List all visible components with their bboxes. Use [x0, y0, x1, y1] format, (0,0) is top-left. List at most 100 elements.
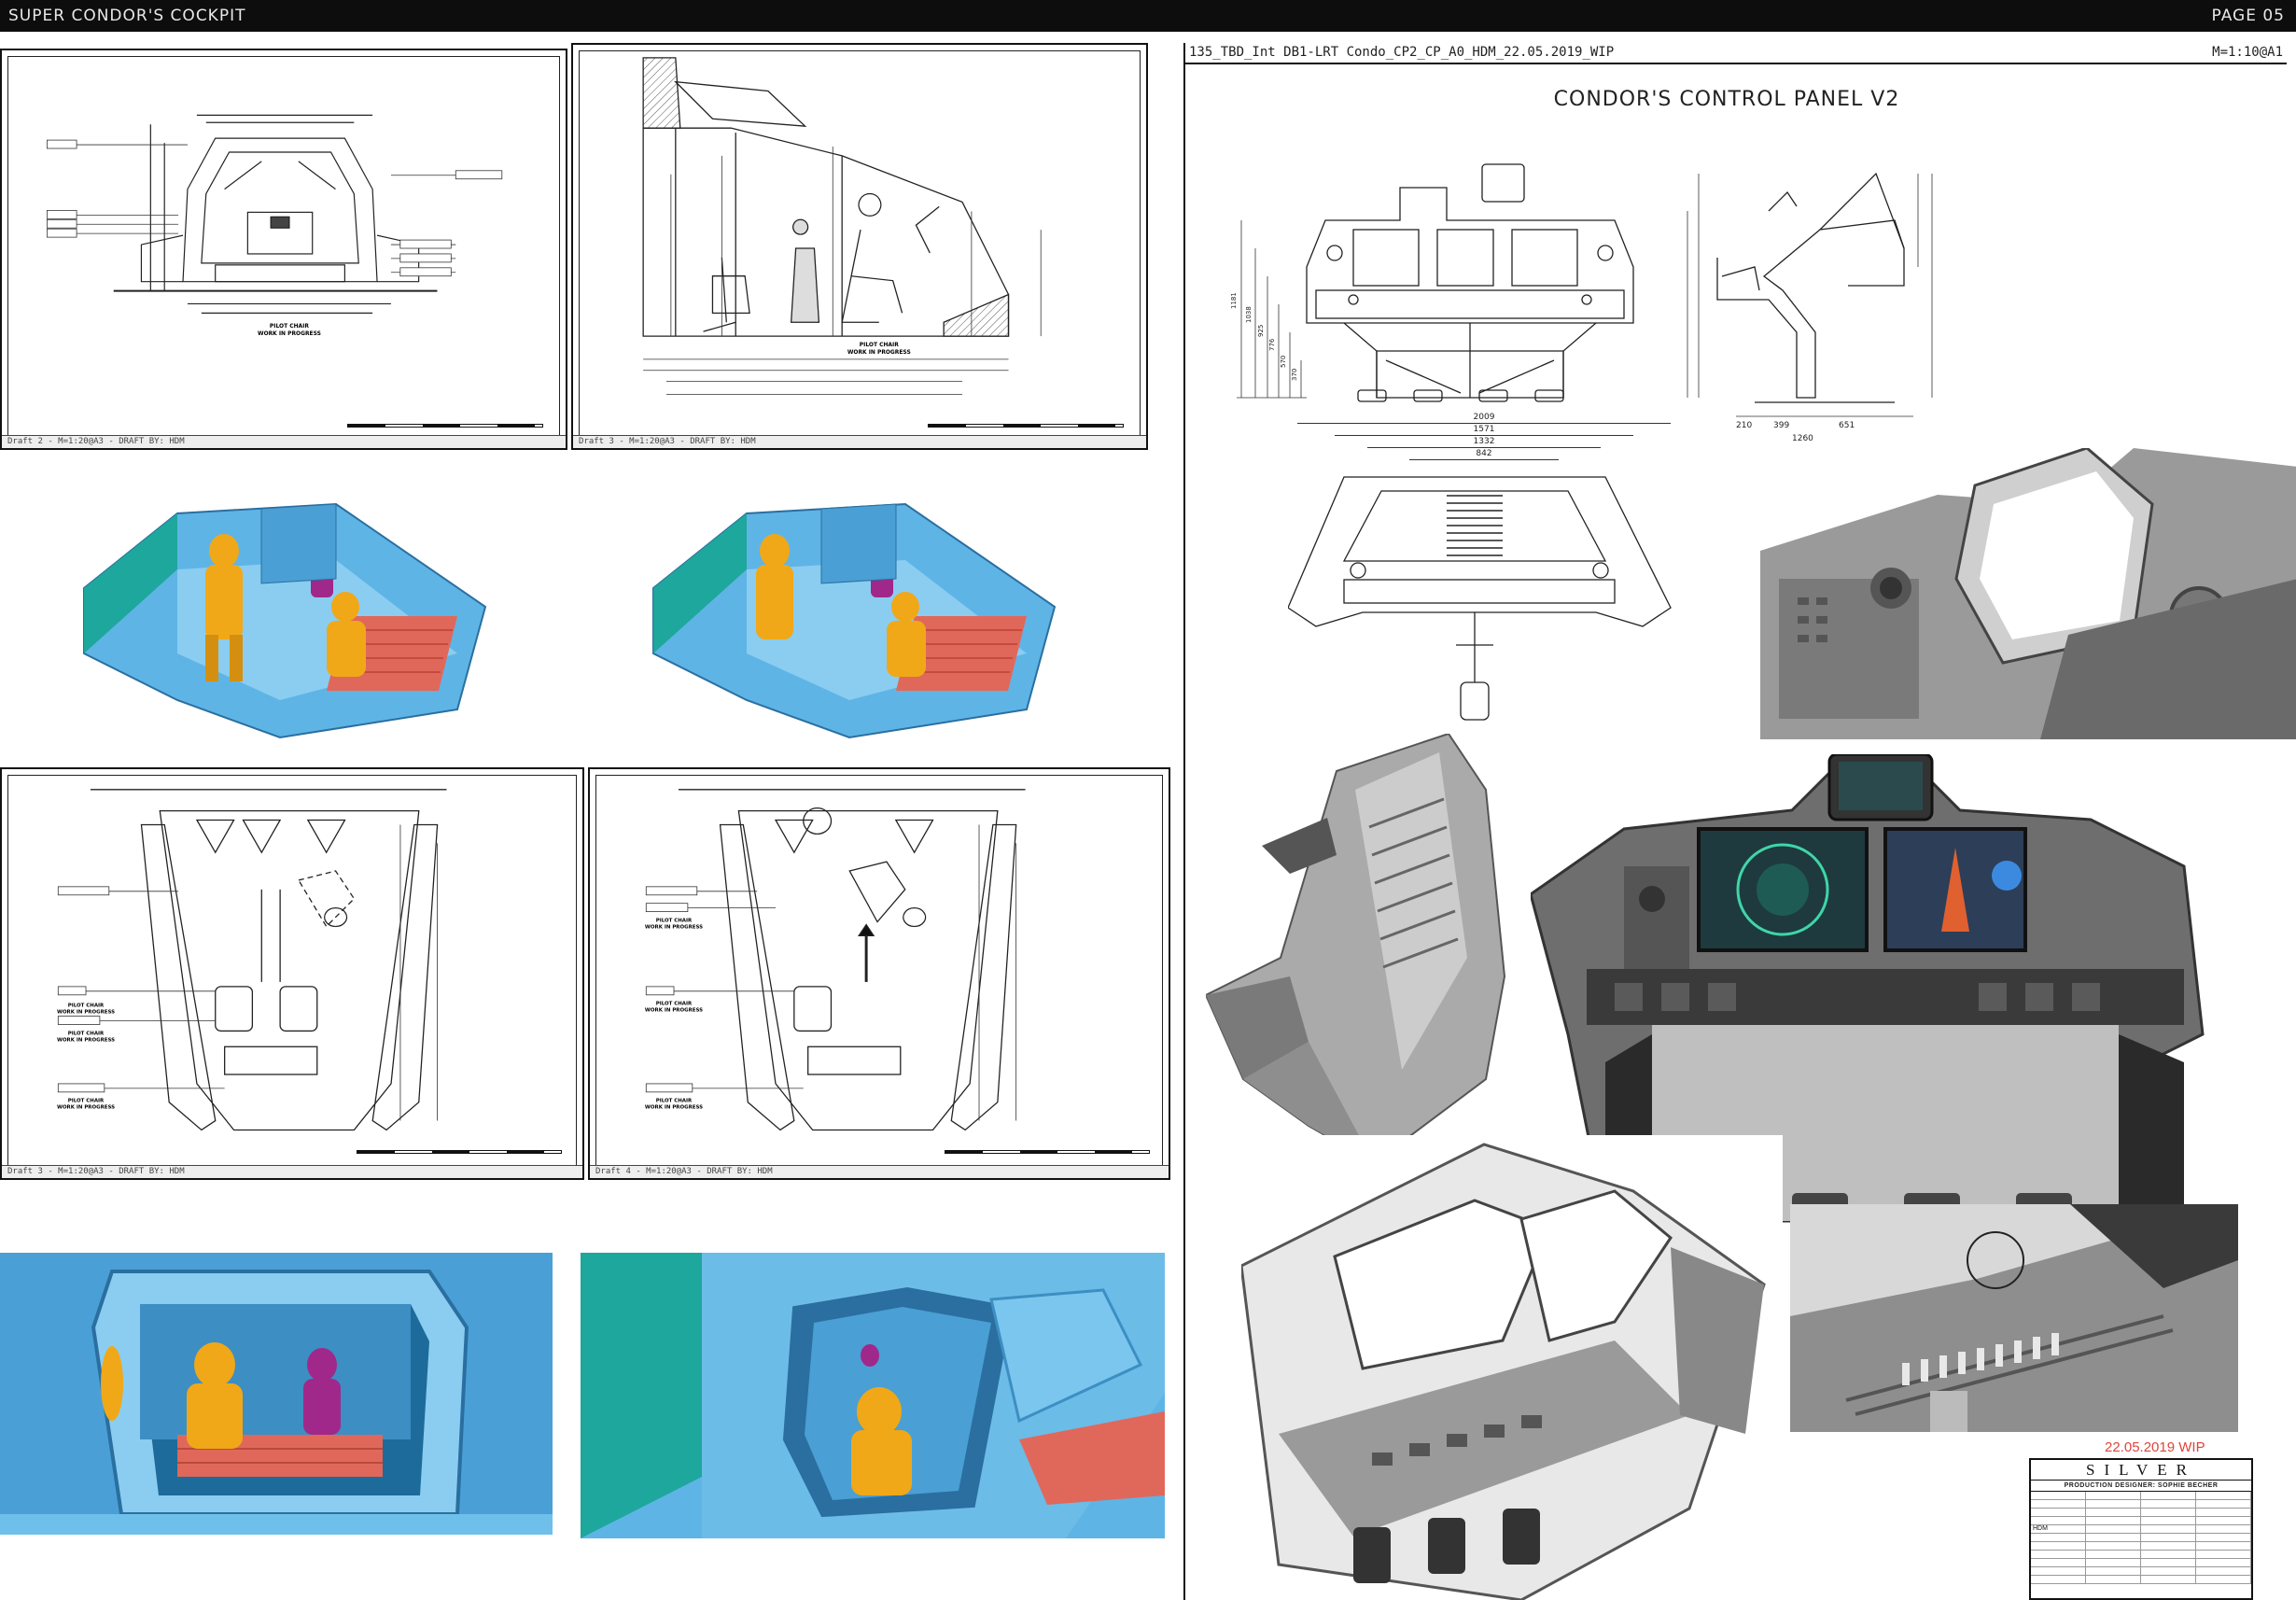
tb-cell: [2086, 1500, 2141, 1509]
control-panel-sheet: 135_TBD_Int DB1-LRT Condo_CP2_CP_A0_HDM_…: [1183, 43, 2296, 1600]
panel-render-detail: [1760, 448, 2296, 739]
cockpit-window-render-right: [581, 1253, 1165, 1538]
dim-label: 1332: [1367, 436, 1601, 448]
tb-cell: [2196, 1525, 2251, 1534]
scale-bar: [945, 1150, 1150, 1154]
tb-cell: [2086, 1567, 2141, 1576]
tb-cell: [2141, 1567, 2196, 1576]
iso-panel-render-art: [1241, 1143, 1766, 1600]
panel-render-art: [1760, 448, 2296, 739]
dim-label: 2009: [1297, 412, 1671, 424]
tb-cell: [2196, 1576, 2251, 1584]
tb-cell: [2141, 1551, 2196, 1559]
scale-bar: [347, 424, 543, 428]
tb-cell: [2141, 1509, 2196, 1517]
scale-bar: [928, 424, 1124, 428]
iso-render-art: [652, 502, 1057, 739]
svg-text:WORK IN PROGRESS: WORK IN PROGRESS: [645, 1008, 703, 1014]
dim-label: 1260: [1792, 434, 1813, 443]
studio-brand: SILVER: [2031, 1460, 2251, 1481]
front-view-drawing: PILOT CHAIR WORK IN PROGRESS Draft 2 - M…: [0, 49, 567, 450]
svg-text:WORK IN PROGRESS: WORK IN PROGRESS: [57, 1010, 115, 1016]
svg-text:WORK IN PROGRESS: WORK IN PROGRESS: [57, 1105, 115, 1111]
tb-cell: [2141, 1542, 2196, 1551]
tb-cell: [2141, 1500, 2196, 1509]
iso-render-art: [83, 502, 487, 739]
tb-cell: [2141, 1517, 2196, 1525]
window-render-art: [0, 1253, 553, 1535]
tb-cell: [2196, 1509, 2251, 1517]
control-panel-plan-view: [1288, 476, 1672, 721]
tb-cell: [2196, 1567, 2251, 1576]
scale-bar: [357, 1150, 562, 1154]
tb-cell: [2141, 1492, 2196, 1500]
tb-cell: [2031, 1492, 2086, 1500]
tb-cell: [2086, 1517, 2141, 1525]
panel-render-iso: [1241, 1135, 1783, 1600]
tb-cell: [2031, 1500, 2086, 1509]
tb-cell: [2086, 1534, 2141, 1542]
dim-label: 776: [1268, 338, 1276, 351]
dim-label: 842: [1409, 448, 1559, 460]
tb-cell: [2196, 1492, 2251, 1500]
svg-text:WORK IN PROGRESS: WORK IN PROGRESS: [645, 924, 703, 930]
drawing-footer: Draft 3 - M=1:20@A3 - DRAFT BY: HDM: [573, 435, 1146, 448]
page-header-bar: SUPER CONDOR'S COCKPIT PAGE 05: [0, 0, 2296, 32]
svg-text:PILOT CHAIR: PILOT CHAIR: [68, 1099, 105, 1104]
plan-a-linework: PILOT CHAIR WORK IN PROGRESS PILOT CHAIR…: [57, 789, 447, 1131]
production-designer: PRODUCTION DESIGNER: SOPHIE BECHER: [2031, 1481, 2251, 1492]
cockpit-iso-render-left: [65, 467, 495, 747]
tb-cell: [2141, 1559, 2196, 1567]
pedestal-render-art: [1206, 734, 1506, 1163]
svg-text:WORK IN PROGRESS: WORK IN PROGRESS: [57, 1037, 115, 1043]
sheet-scale: M=1:10@A1: [2212, 45, 2283, 60]
dim-label: 370: [1291, 369, 1298, 381]
plan-view-drawing-b: PILOT CHAIR WORK IN PROGRESS PILOT CHAIR…: [588, 767, 1170, 1180]
closeup-render-art: [1790, 1204, 2238, 1432]
tb-cell: [2086, 1576, 2141, 1584]
tb-cell: [2196, 1517, 2251, 1525]
sheet-file-label: 135_TBD_Int DB1-LRT Condo_CP2_CP_A0_HDM_…: [1189, 45, 1615, 60]
document-title: SUPER CONDOR'S COCKPIT: [8, 7, 246, 25]
tb-cell: [2141, 1576, 2196, 1584]
tb-cell: [2031, 1534, 2086, 1542]
drawing-footer: Draft 2 - M=1:20@A3 - DRAFT BY: HDM: [2, 435, 566, 448]
svg-text:PILOT CHAIR: PILOT CHAIR: [656, 919, 693, 924]
svg-text:PILOT CHAIR: PILOT CHAIR: [656, 1099, 693, 1104]
control-panel-front-elevation: 1181 1038 925 776 570 370: [1230, 163, 1634, 402]
tb-cell: [2086, 1542, 2141, 1551]
panel-render-pedestal: [1206, 734, 1523, 1163]
drawing-footer: Draft 4 - M=1:20@A3 - DRAFT BY: HDM: [590, 1165, 1169, 1178]
tb-cell: [2031, 1542, 2086, 1551]
svg-text:WORK IN PROGRESS: WORK IN PROGRESS: [847, 349, 911, 356]
control-panel-side-elevation: [1687, 172, 1933, 417]
dim-label: 399: [1773, 421, 1790, 430]
wip-date: 22.05.2019 WIP: [2105, 1439, 2205, 1455]
title-block: SILVER PRODUCTION DESIGNER: SOPHIE BECHE…: [2029, 1458, 2253, 1600]
cockpit-iso-render-right: [635, 467, 1064, 747]
tb-cell: [2196, 1500, 2251, 1509]
tb-cell: [2031, 1567, 2086, 1576]
svg-text:PILOT CHAIR: PILOT CHAIR: [68, 1004, 105, 1009]
tb-cell: [2031, 1517, 2086, 1525]
title-block-grid: HDM: [2031, 1492, 2251, 1584]
tb-cell: [2141, 1534, 2196, 1542]
tb-cell: [2031, 1509, 2086, 1517]
drawing-footer: Draft 3 - M=1:20@A3 - DRAFT BY: HDM: [2, 1165, 582, 1178]
dim-label: 1571: [1335, 424, 1633, 436]
page-number: PAGE 05: [2211, 7, 2285, 25]
svg-text:PILOT CHAIR: PILOT CHAIR: [656, 1002, 693, 1007]
svg-text:PILOT CHAIR: PILOT CHAIR: [860, 342, 899, 348]
side-view-linework: PILOT CHAIR WORK IN PROGRESS: [642, 57, 1042, 395]
sheet-title: CONDOR'S CONTROL PANEL V2: [1553, 88, 1900, 111]
tb-cell: [2196, 1542, 2251, 1551]
svg-text:WORK IN PROGRESS: WORK IN PROGRESS: [645, 1105, 703, 1111]
dim-label: 651: [1839, 421, 1855, 430]
tb-cell: [2196, 1551, 2251, 1559]
side-dims-bottom: 210 399 651 1260: [1736, 421, 1979, 443]
dim-label: 1181: [1230, 292, 1238, 309]
front-dims-bottom: 2009 1571 1332 842: [1297, 412, 1671, 468]
sheet-header-rule: [1185, 63, 2287, 64]
window-render-art: [581, 1253, 1165, 1538]
tb-cell: [2086, 1551, 2141, 1559]
